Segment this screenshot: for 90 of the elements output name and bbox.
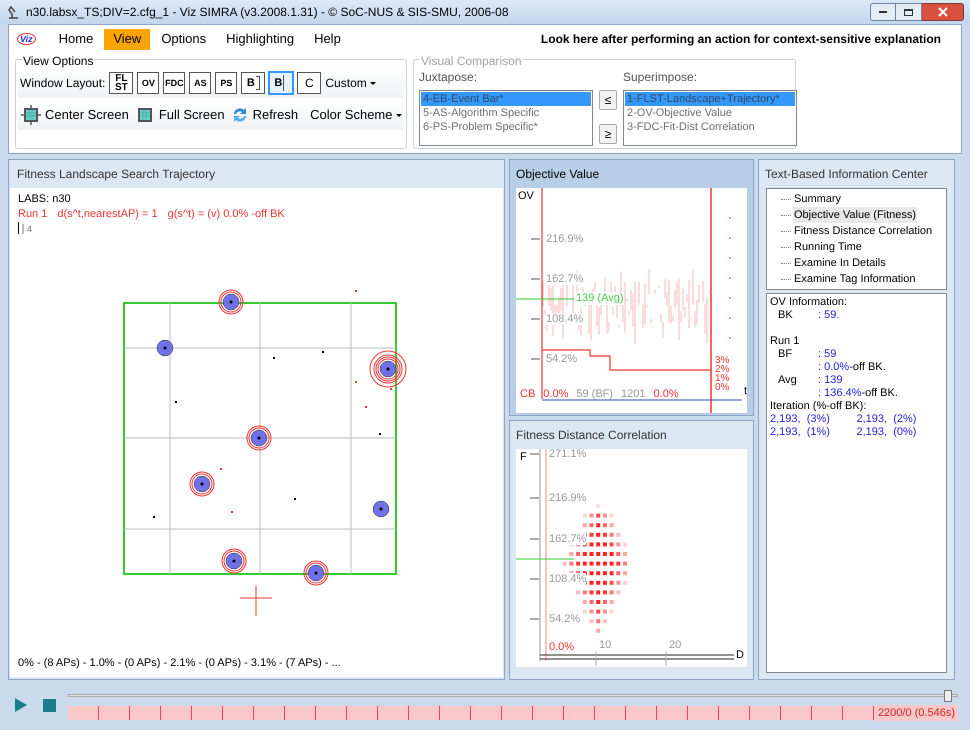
move-right-button[interactable]: ≥ bbox=[599, 124, 617, 144]
axis-label: 0.0% bbox=[654, 387, 679, 402]
layout-button[interactable]: FL ST bbox=[109, 72, 134, 94]
tree-item[interactable]: Objective Value (Fitness) bbox=[793, 207, 918, 223]
tree-item[interactable]: Summary bbox=[793, 191, 842, 207]
info-suffix: -off BK. bbox=[849, 361, 886, 374]
layout-button[interactable]: OV bbox=[137, 72, 160, 94]
layout-button[interactable]: AS bbox=[189, 72, 212, 94]
axis-label: OV bbox=[518, 189, 534, 204]
tick-label: 10 bbox=[599, 639, 612, 651]
tick-label: 54.2% bbox=[546, 353, 578, 365]
axis-label: CB bbox=[520, 387, 536, 402]
info-label: BK bbox=[777, 309, 794, 322]
tick-label: 162.7% bbox=[546, 273, 584, 285]
threshold-label: 1% bbox=[715, 374, 730, 383]
info-heading: Iteration (%-off BK): bbox=[770, 400, 868, 413]
iteration-value: 2,193, (0%) bbox=[856, 426, 918, 439]
info-heading: Run 1 bbox=[770, 335, 800, 348]
info-value: : 59. bbox=[818, 309, 840, 322]
axis-label: D bbox=[736, 648, 744, 663]
info-value: : 136.4% bbox=[818, 387, 862, 400]
average-label: 139 (Avg) bbox=[576, 292, 624, 305]
info-label: Avg bbox=[777, 374, 798, 387]
menu-item[interactable]: Options bbox=[152, 28, 216, 50]
list-item[interactable]: 6-PS-Problem Specific* bbox=[421, 120, 591, 134]
info-value: : 0.0% bbox=[818, 361, 850, 374]
threshold-label: 2% bbox=[715, 365, 730, 374]
color-scheme-dropdown[interactable]: Color Scheme bbox=[310, 105, 402, 125]
app-logo: Viz bbox=[17, 33, 36, 45]
list-item[interactable]: 2-OV-Objective Value bbox=[625, 106, 795, 120]
toolbar-button[interactable]: Center Screen bbox=[21, 105, 129, 125]
move-left-button[interactable]: ≤ bbox=[599, 90, 617, 110]
tick-label: 216.9% bbox=[546, 233, 584, 245]
run-info-text: Run 1 bbox=[18, 207, 48, 222]
footer-text: 0% - (8 APs) - 1.0% - (0 APs) - 2.1% - (0 APs) - 3.1% - (7 APs) - ... bbox=[18, 656, 341, 670]
menu-item[interactable]: Help bbox=[305, 28, 350, 50]
status-text: 2200/0 (0.546s) bbox=[874, 704, 958, 722]
window-title: n30.labsx_TS;DIV=2.cfg_1 - Viz SIMRA (v3.2008.1.31) - © SoC-NUS & SIS-SMU, 2006-08 bbox=[26, 4, 510, 21]
problem-label: LABS: n30 bbox=[18, 192, 72, 207]
info-suffix: -off BK. bbox=[861, 387, 898, 400]
scale-label: 4 bbox=[27, 225, 32, 234]
tree-item[interactable]: Fitness Distance Correlation bbox=[793, 223, 934, 239]
tick-label: 108.4% bbox=[546, 313, 584, 325]
threshold-label: 3% bbox=[715, 356, 730, 365]
menu-item[interactable]: Home bbox=[50, 28, 102, 50]
tick-label: 54.2% bbox=[549, 613, 580, 625]
axis-label: F bbox=[520, 450, 527, 465]
info-value: : 59 bbox=[818, 348, 836, 361]
panel-title: Fitness Landscape Search Trajectory bbox=[16, 166, 216, 183]
axis-label: 1201 bbox=[621, 387, 646, 402]
tick-label: 0.0% bbox=[549, 641, 574, 653]
list-item[interactable]: 3-FDC-Fit-Dist Correlation bbox=[625, 120, 795, 134]
list-label: Superimpose: bbox=[623, 69, 698, 86]
axis-label: 59 (BF) bbox=[576, 387, 614, 402]
threshold-label: 0% bbox=[715, 383, 730, 392]
menu-item[interactable]: View bbox=[104, 28, 150, 50]
info-value: : 139 bbox=[818, 374, 842, 387]
toolbar-label: Window Layout: bbox=[20, 75, 106, 92]
menu-item[interactable]: Highlighting bbox=[217, 28, 304, 50]
layout-button[interactable]: B bbox=[241, 72, 266, 94]
hint-text: Look here after performing an action for context-sensitive explanation bbox=[540, 31, 942, 48]
axis-label: t bbox=[744, 386, 747, 397]
tree-item[interactable]: Examine Tag Information bbox=[793, 271, 916, 287]
layout-button[interactable]: B bbox=[269, 72, 294, 94]
list-item[interactable]: 5-AS-Algorithm Specific bbox=[421, 106, 591, 120]
panel-title: Fitness Distance Correlation bbox=[515, 427, 668, 444]
tick-label: 162.7% bbox=[549, 533, 586, 545]
tick-label: 108.4% bbox=[549, 573, 586, 585]
iteration-value: 2,193, (1%) bbox=[770, 426, 831, 439]
layout-button[interactable]: PS bbox=[215, 72, 238, 94]
tick-label: 271.1% bbox=[549, 449, 586, 460]
tick-label: 20 bbox=[669, 639, 682, 651]
panel-title: Text-Based Information Center bbox=[764, 166, 929, 183]
iteration-value: 2,193, (3%) bbox=[770, 413, 831, 426]
iteration-value: 2,193, (2%) bbox=[856, 413, 918, 426]
tick-label: 216.9% bbox=[549, 492, 586, 504]
toolbar-button[interactable]: Refresh bbox=[230, 105, 298, 125]
run-info-text: d(s^t,nearestAP) = 1 bbox=[57, 207, 158, 222]
layout-button[interactable]: C bbox=[297, 72, 322, 94]
toolbar-button[interactable]: Full Screen bbox=[134, 105, 225, 125]
custom-dropdown[interactable]: Custom bbox=[325, 74, 376, 92]
panel-title: Objective Value bbox=[515, 166, 600, 183]
info-label: BF bbox=[777, 348, 794, 361]
tree-item[interactable]: Running Time bbox=[793, 239, 863, 255]
tree-item[interactable]: Examine In Details bbox=[793, 255, 887, 271]
axis-label: 0.0% bbox=[543, 387, 568, 402]
layout-button[interactable]: FDC bbox=[163, 72, 186, 94]
info-heading: OV Information: bbox=[770, 296, 848, 309]
list-label: Juxtapose: bbox=[419, 69, 478, 86]
run-info-text: g(s^t) = (v) 0.0% -off BK bbox=[168, 207, 285, 222]
